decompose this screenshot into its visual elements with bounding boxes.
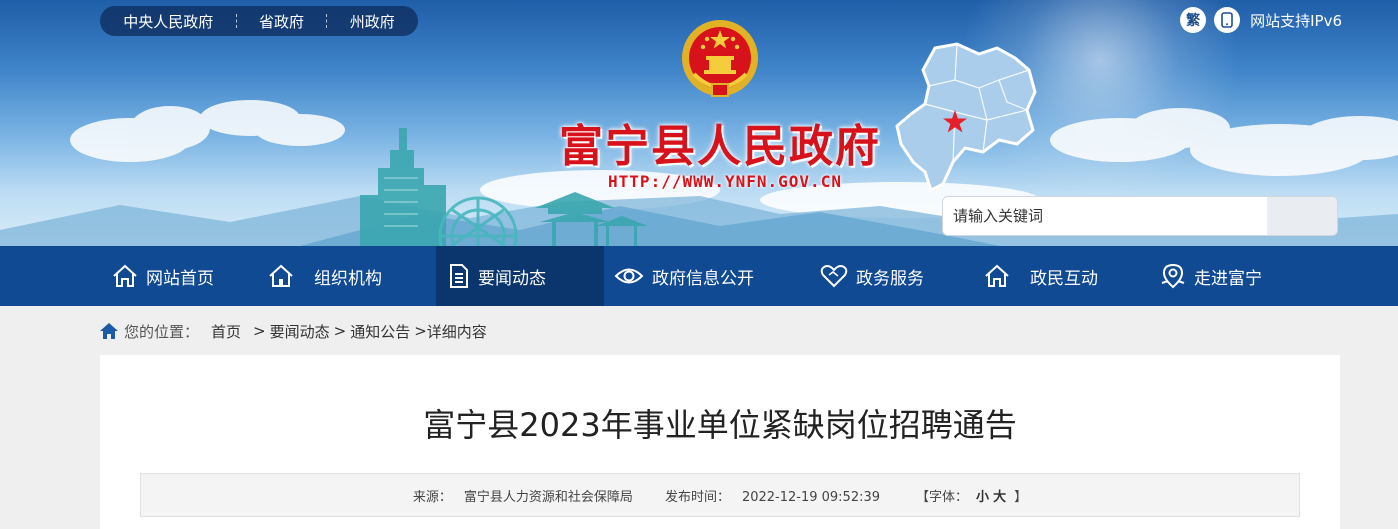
- nav-gov-info-label: 政府信息公开: [652, 268, 754, 289]
- link-prefecture-gov[interactable]: 州政府: [350, 11, 395, 32]
- building-icon: [269, 264, 293, 287]
- nav-interaction-label: 政民互动: [1030, 268, 1098, 289]
- nav-organization-label: 组织机构: [314, 268, 382, 289]
- publish-time-label: 发布时间：: [664, 489, 730, 505]
- article-meta-bar: 来源： 富宁县人力资源和社会保障局 发布时间： 2022-12-19 09:52:3…: [140, 473, 1300, 517]
- breadcrumb-home[interactable]: 首页: [211, 321, 241, 342]
- publish-time-value: 2022-12-19 09:52:39: [741, 489, 881, 505]
- source-label: 来源：: [412, 489, 452, 505]
- font-size-end: 】: [1014, 489, 1028, 505]
- nav-interaction[interactable]: 政民互动: [968, 246, 1144, 306]
- nav-services[interactable]: 政务服务: [808, 246, 968, 306]
- home-icon: [100, 323, 118, 339]
- ipv6-support-text: 网站支持IPv6: [1250, 11, 1342, 30]
- traditional-chinese-button[interactable]: 繁: [1180, 7, 1207, 33]
- link-central-gov[interactable]: 中央人民政府: [123, 11, 213, 32]
- article-panel: 富宁县2023年事业单位紧缺岗位招聘通告 来源： 富宁县人力资源和社会保障局 发布…: [100, 355, 1340, 529]
- breadcrumb-current: 详细内容: [426, 322, 487, 341]
- breadcrumb-label: 您的位置：: [124, 322, 200, 341]
- breadcrumb-separator: >: [253, 322, 266, 340]
- divider: [326, 14, 328, 28]
- eye-icon: [614, 268, 644, 284]
- county-map-icon: [895, 42, 1037, 192]
- breadcrumb: 您的位置： 首页 > 要闻动态 > 通知公告 > 详细内容: [100, 318, 487, 344]
- site-url: HTTP://WWW.YNFN.GOV.CN: [608, 172, 842, 191]
- article-title: 富宁县2023年事业单位紧缺岗位招聘通告: [423, 406, 1017, 444]
- nav-services-label: 政务服务: [856, 268, 924, 289]
- breadcrumb-news[interactable]: 要闻动态: [270, 321, 330, 342]
- document-icon: [450, 264, 468, 288]
- location-icon: [1161, 263, 1185, 289]
- home-icon: [113, 264, 137, 287]
- breadcrumb-separator: >: [414, 322, 427, 340]
- house-icon: [985, 264, 1009, 287]
- font-size-label: 【字体：: [916, 489, 969, 505]
- nav-home-label: 网站首页: [146, 268, 214, 289]
- font-large-button[interactable]: 大: [993, 490, 1006, 505]
- nav-home[interactable]: 网站首页: [100, 246, 248, 306]
- search-bar: [942, 196, 1338, 236]
- nav-news[interactable]: 要闻动态: [436, 246, 604, 306]
- breadcrumb-notices[interactable]: 通知公告: [350, 321, 410, 342]
- mobile-button[interactable]: [1214, 7, 1241, 33]
- font-small-button[interactable]: 小: [976, 490, 989, 505]
- national-emblem-icon: [682, 20, 758, 97]
- search-input[interactable]: [943, 197, 1267, 235]
- nav-about-funing[interactable]: 走进富宁: [1144, 246, 1294, 306]
- breadcrumb-separator: >: [333, 322, 347, 340]
- mobile-icon: [1221, 12, 1233, 28]
- nav-organization[interactable]: 组织机构: [248, 246, 436, 306]
- source-value: 富宁县人力资源和社会保障局: [463, 489, 633, 505]
- site-title: 富宁县人民政府: [559, 121, 881, 172]
- nav-gov-info[interactable]: 政府信息公开: [604, 246, 808, 306]
- nav-news-label: 要闻动态: [478, 268, 546, 289]
- top-links-bar: 中央人民政府 省政府 州政府: [100, 6, 418, 36]
- link-provincial-gov[interactable]: 省政府: [259, 11, 304, 32]
- heart-icon: [820, 265, 848, 288]
- search-button[interactable]: [1267, 197, 1337, 235]
- nav-about-funing-label: 走进富宁: [1194, 268, 1262, 289]
- header-banner: 中央人民政府 省政府 州政府 繁 网站支持IPv6 富宁县人民政府 HTTP:/…: [0, 0, 1398, 246]
- main-nav: 网站首页 组织机构 要闻动态 政府信息公开 政务服务 政民互动 走进富宁: [0, 246, 1398, 306]
- divider: [235, 14, 237, 28]
- top-right-tools: 繁 网站支持IPv6: [1180, 6, 1342, 34]
